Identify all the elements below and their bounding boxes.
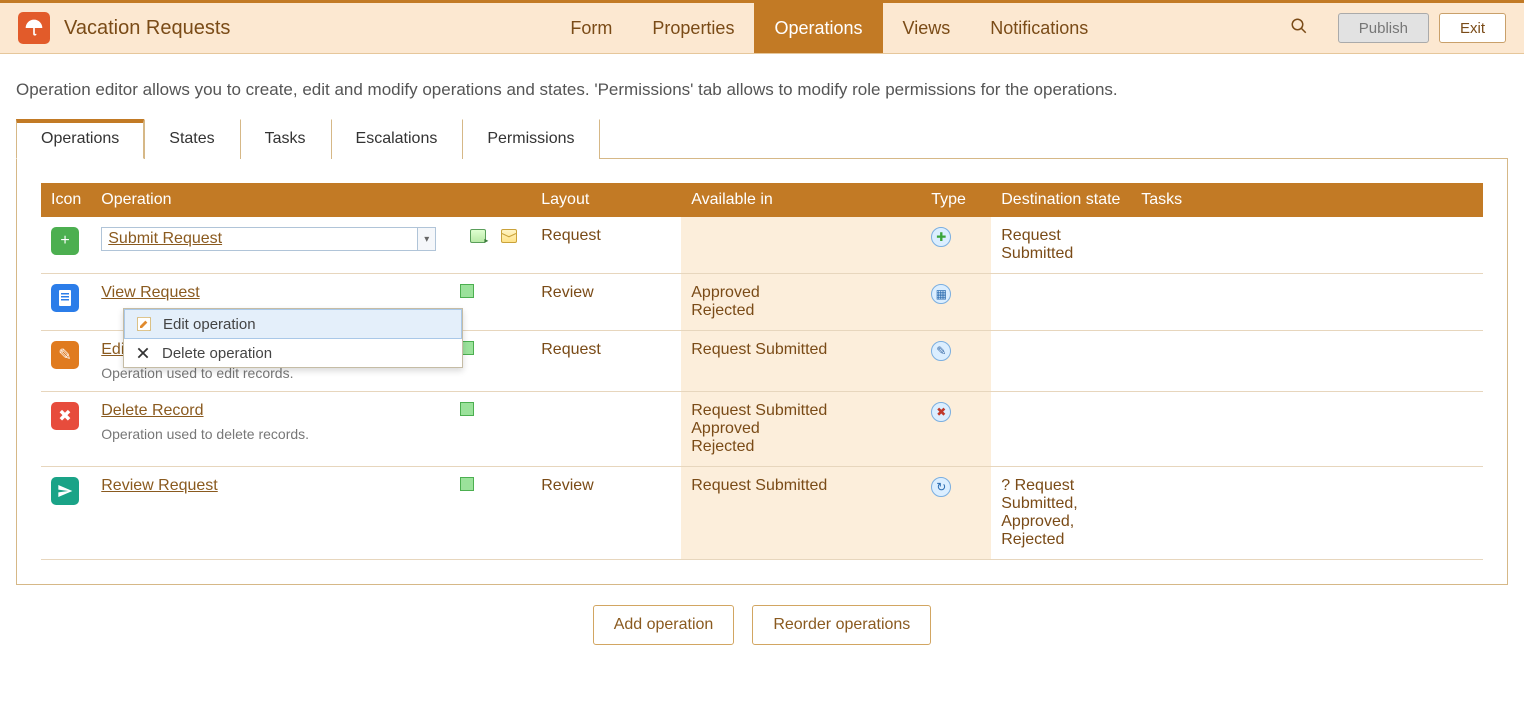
type-view-icon: ▦ bbox=[931, 284, 951, 304]
top-bar: Vacation Requests Form Properties Operat… bbox=[0, 0, 1524, 54]
operation-link[interactable]: Submit Request bbox=[102, 230, 417, 248]
dest-cell bbox=[991, 331, 1131, 392]
layout-cell: Review bbox=[531, 467, 681, 560]
nav-properties[interactable]: Properties bbox=[632, 3, 754, 53]
search-icon[interactable] bbox=[1290, 17, 1308, 40]
add-icon: + bbox=[51, 227, 79, 255]
sub-tabs: Operations States Tasks Escalations Perm… bbox=[16, 118, 1508, 159]
type-delete-icon: ✖ bbox=[931, 402, 951, 422]
th-dest: Destination state bbox=[991, 183, 1131, 217]
close-icon bbox=[134, 344, 152, 362]
table-row: Review Request Review Request Submitted … bbox=[41, 467, 1483, 560]
tab-escalations[interactable]: Escalations bbox=[331, 119, 463, 159]
layout-widget-icon[interactable] bbox=[470, 229, 486, 243]
help-text: Operation editor allows you to create, e… bbox=[16, 80, 1508, 100]
operation-link[interactable]: Delete Record bbox=[101, 402, 203, 419]
nav-views[interactable]: Views bbox=[883, 3, 971, 53]
available-cell: Request Submitted Approved Rejected bbox=[681, 392, 921, 467]
layout-cell: Review bbox=[531, 274, 681, 331]
context-menu-label: Delete operation bbox=[162, 345, 272, 362]
content-area: Operation editor allows you to create, e… bbox=[0, 54, 1524, 661]
table-row: + Submit Request ▾ Request ✚ Reques bbox=[41, 217, 1483, 274]
add-operation-button[interactable]: Add operation bbox=[593, 605, 735, 645]
tab-tasks[interactable]: Tasks bbox=[240, 119, 331, 159]
type-edit-icon: ✎ bbox=[931, 341, 951, 361]
nav-form[interactable]: Form bbox=[550, 3, 632, 53]
operation-link[interactable]: Review Request bbox=[101, 477, 218, 494]
type-add-icon: ✚ bbox=[931, 227, 951, 247]
table-row: ✖ Delete Record Operation used to delete… bbox=[41, 392, 1483, 467]
delete-icon: ✖ bbox=[51, 402, 79, 430]
th-tasks: Tasks bbox=[1131, 183, 1483, 217]
th-icon: Icon bbox=[41, 183, 91, 217]
edit-small-icon bbox=[135, 315, 153, 333]
app-icon bbox=[18, 12, 50, 44]
nav-operations[interactable]: Operations bbox=[754, 3, 882, 53]
footer-buttons: Add operation Reorder operations bbox=[16, 605, 1508, 645]
tab-permissions[interactable]: Permissions bbox=[462, 119, 599, 159]
type-transition-icon: ↻ bbox=[931, 477, 951, 497]
dest-cell bbox=[991, 392, 1131, 467]
operation-description: Operation used to delete records. bbox=[101, 426, 440, 442]
available-cell: Request Submitted bbox=[681, 467, 921, 560]
available-cell bbox=[681, 217, 921, 274]
operation-dropdown[interactable]: Submit Request ▾ bbox=[101, 227, 436, 251]
operation-link[interactable]: View Request bbox=[101, 284, 199, 301]
document-icon bbox=[51, 284, 79, 312]
th-available: Available in bbox=[681, 183, 921, 217]
reorder-operations-button[interactable]: Reorder operations bbox=[752, 605, 931, 645]
edit-icon: ✎ bbox=[51, 341, 79, 369]
table-header-row: Icon Operation Layout Available in Type … bbox=[41, 183, 1483, 217]
operations-table: Icon Operation Layout Available in Type … bbox=[41, 183, 1483, 560]
th-layout: Layout bbox=[531, 183, 681, 217]
context-menu-delete[interactable]: Delete operation bbox=[124, 339, 462, 367]
chevron-down-icon[interactable]: ▾ bbox=[417, 228, 435, 250]
top-nav: Form Properties Operations Views Notific… bbox=[550, 3, 1108, 53]
dest-cell: ? Request Submitted, Approved, Rejected bbox=[991, 467, 1131, 560]
mail-icon[interactable] bbox=[501, 229, 517, 243]
context-menu-edit[interactable]: Edit operation bbox=[124, 309, 462, 339]
send-icon bbox=[51, 477, 79, 505]
context-menu-label: Edit operation bbox=[163, 316, 256, 333]
context-menu: Edit operation Delete operation bbox=[123, 308, 463, 368]
available-cell: Approved Rejected bbox=[681, 274, 921, 331]
app-title: Vacation Requests bbox=[64, 17, 230, 40]
dest-cell: Request Submitted bbox=[991, 217, 1131, 274]
layout-checkbox-icon bbox=[460, 402, 474, 416]
th-type: Type bbox=[921, 183, 991, 217]
th-operation: Operation bbox=[91, 183, 531, 217]
tab-operations[interactable]: Operations bbox=[16, 119, 144, 159]
exit-button[interactable]: Exit bbox=[1439, 13, 1506, 43]
layout-cell: Request bbox=[531, 331, 681, 392]
available-cell: Request Submitted bbox=[681, 331, 921, 392]
layout-checkbox-icon bbox=[460, 477, 474, 491]
umbrella-icon bbox=[24, 18, 44, 38]
publish-button[interactable]: Publish bbox=[1338, 13, 1429, 43]
nav-notifications[interactable]: Notifications bbox=[970, 3, 1108, 53]
layout-checkbox-icon bbox=[460, 284, 474, 298]
layout-cell bbox=[531, 392, 681, 467]
layout-cell: Request bbox=[531, 217, 681, 274]
operations-panel: Icon Operation Layout Available in Type … bbox=[16, 159, 1508, 585]
tab-states[interactable]: States bbox=[144, 119, 239, 159]
dest-cell bbox=[991, 274, 1131, 331]
